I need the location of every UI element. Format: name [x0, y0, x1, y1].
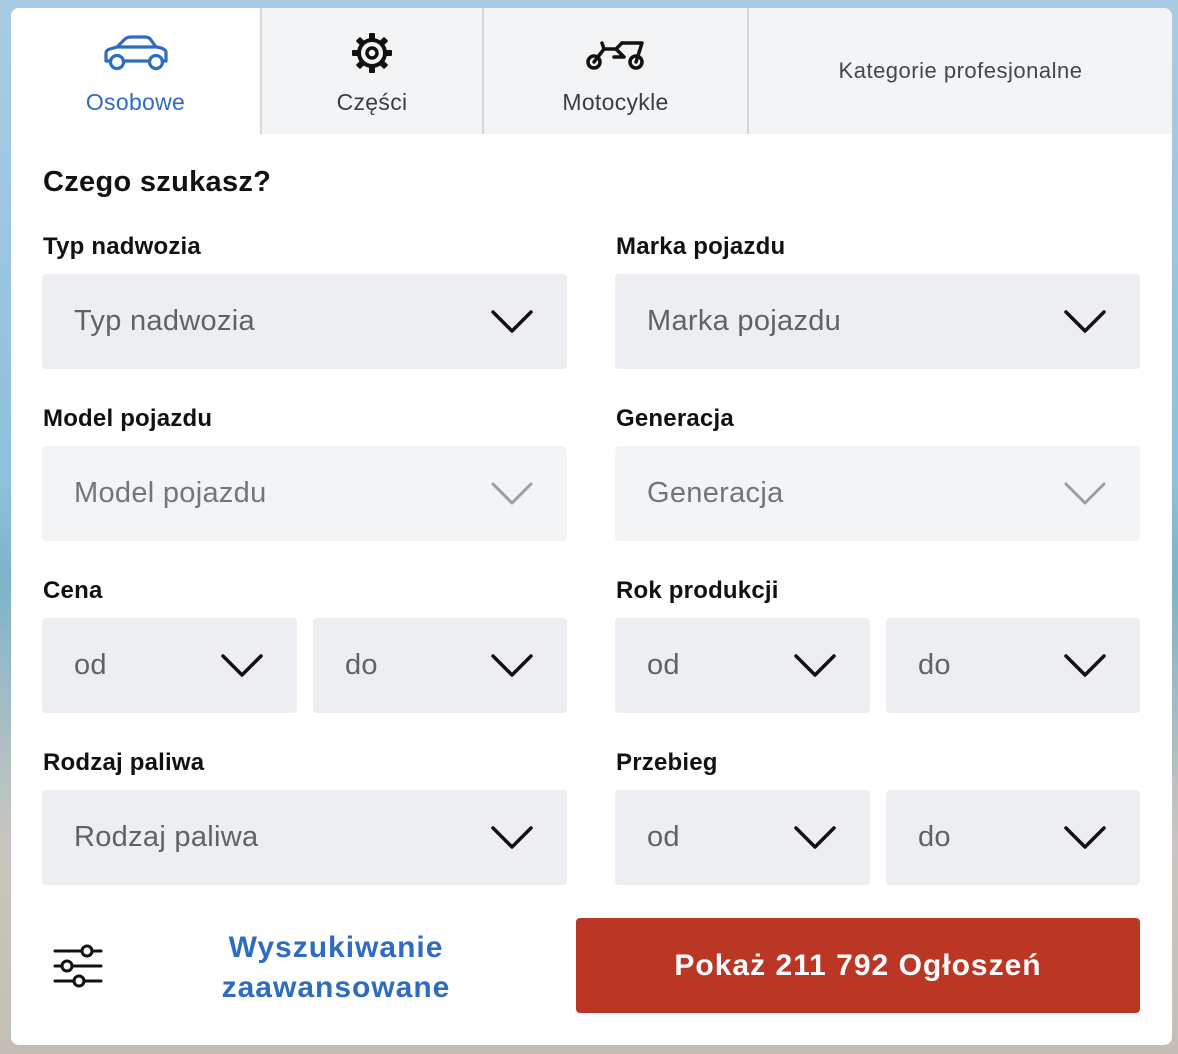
car-icon: [103, 31, 169, 75]
show-results-button[interactable]: Pokaż 211 792 Ogłoszeń: [576, 918, 1140, 1013]
chevron-down-icon: [491, 309, 533, 333]
year-label: Rok produkcji: [616, 577, 779, 604]
fuel-label: Rodzaj paliwa: [43, 749, 205, 776]
mileage-to-placeholder: do: [918, 821, 951, 853]
tab-osobowe[interactable]: Osobowe: [11, 8, 260, 134]
tab-label: Osobowe: [85, 88, 186, 115]
tab-label: Motocykle: [562, 88, 669, 115]
chevron-down-icon: [1064, 653, 1106, 677]
model-select[interactable]: Model pojazdu: [42, 446, 567, 541]
chevron-down-icon: [491, 825, 533, 849]
mileage-from-select[interactable]: od: [615, 790, 870, 885]
generation-label: Generacja: [616, 405, 734, 432]
mileage-to-select[interactable]: do: [886, 790, 1140, 885]
search-card: Osobowe Części Motocykle Kategorie profe…: [11, 8, 1172, 1045]
gear-icon: [351, 31, 393, 75]
body-type-select[interactable]: Typ nadwozia: [42, 274, 567, 369]
year-to-placeholder: do: [918, 649, 951, 681]
chevron-down-icon: [491, 653, 533, 677]
tab-motocykle[interactable]: Motocykle: [482, 8, 747, 134]
year-from-select[interactable]: od: [615, 618, 870, 713]
tab-czesci[interactable]: Części: [260, 8, 482, 134]
fuel-select[interactable]: Rodzaj paliwa: [42, 790, 567, 885]
tab-label: Części: [336, 88, 408, 115]
year-from-placeholder: od: [647, 649, 680, 681]
make-select[interactable]: Marka pojazdu: [615, 274, 1140, 369]
chevron-down-icon: [491, 482, 533, 504]
price-to-placeholder: do: [345, 649, 378, 681]
chevron-down-icon: [1064, 482, 1106, 504]
make-label: Marka pojazdu: [616, 233, 786, 260]
motorcycle-icon: [584, 31, 648, 75]
tab-kategorie-profesjonalne[interactable]: Kategorie profesjonalne: [747, 8, 1172, 134]
body-type-label: Typ nadwozia: [43, 233, 201, 260]
form-heading: Czego szukasz?: [43, 166, 272, 198]
tab-label: Kategorie profesjonalne: [838, 58, 1083, 83]
chevron-down-icon: [1064, 825, 1106, 849]
category-tabs: Osobowe Części Motocykle Kategorie profe…: [11, 8, 1172, 134]
make-placeholder: Marka pojazdu: [647, 305, 842, 337]
model-label: Model pojazdu: [43, 405, 213, 432]
year-to-select[interactable]: do: [886, 618, 1140, 713]
chevron-down-icon: [221, 653, 263, 677]
filter-sliders-icon[interactable]: [53, 944, 103, 988]
price-from-placeholder: od: [74, 649, 107, 681]
generation-placeholder: Generacja: [647, 477, 784, 509]
chevron-down-icon: [1064, 309, 1106, 333]
body-type-placeholder: Typ nadwozia: [74, 305, 255, 337]
chevron-down-icon: [794, 825, 836, 849]
mileage-label: Przebieg: [616, 749, 718, 776]
generation-select[interactable]: Generacja: [615, 446, 1140, 541]
advanced-search-link[interactable]: Wyszukiwanie zaawansowane: [191, 928, 481, 1008]
price-to-select[interactable]: do: [313, 618, 567, 713]
fuel-placeholder: Rodzaj paliwa: [74, 821, 259, 853]
mileage-from-placeholder: od: [647, 821, 680, 853]
price-from-select[interactable]: od: [42, 618, 297, 713]
model-placeholder: Model pojazdu: [74, 477, 267, 509]
price-label: Cena: [43, 577, 103, 604]
chevron-down-icon: [794, 653, 836, 677]
